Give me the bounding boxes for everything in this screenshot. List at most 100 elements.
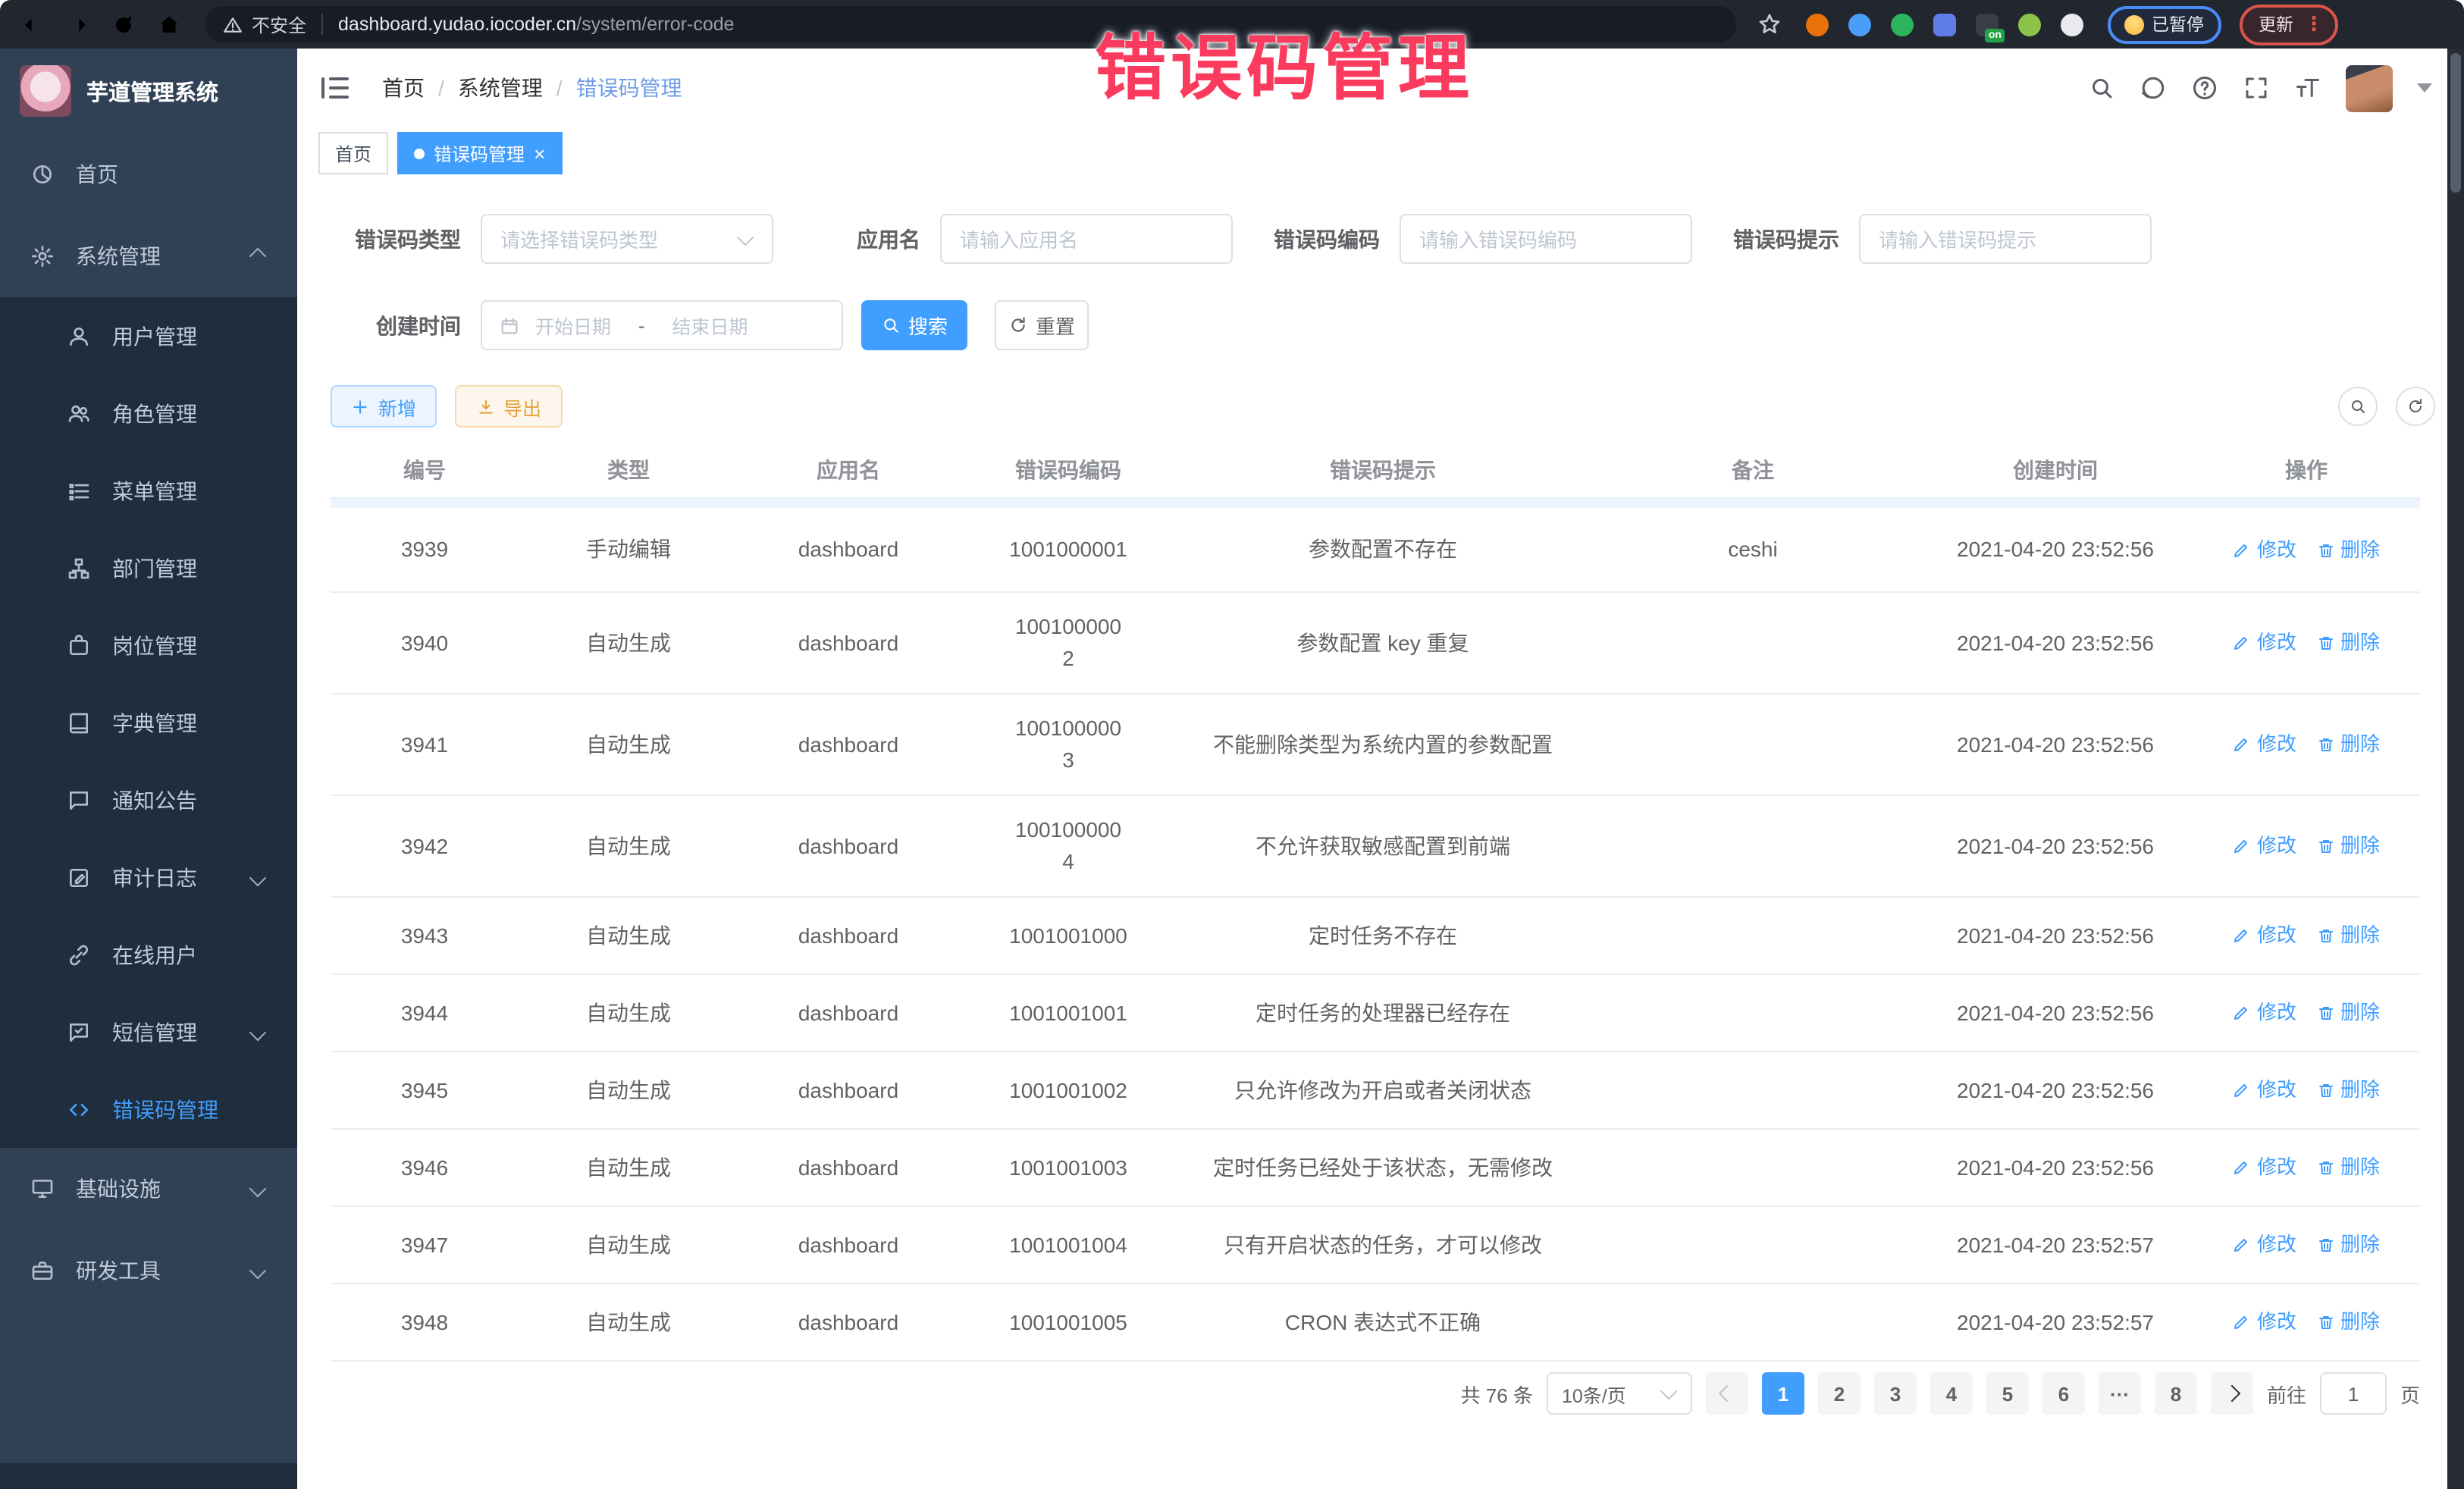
edit-link[interactable]: 修改 — [2233, 629, 2296, 658]
page-number-button[interactable]: 1 — [1762, 1372, 1804, 1415]
edit-link[interactable]: 修改 — [2233, 921, 2296, 951]
filter-input[interactable]: 请输入应用名 — [940, 214, 1233, 264]
sidebar-item[interactable]: 部门管理 — [0, 529, 297, 607]
filter-input[interactable]: 请选择错误码类型 — [481, 214, 773, 264]
sidebar-item[interactable]: 岗位管理 — [0, 607, 297, 684]
page-tab[interactable]: 首页 — [318, 132, 388, 174]
address-bar[interactable]: 不安全 dashboard.yudao.iocoder.cn /system/e… — [205, 6, 1736, 42]
extension-icon[interactable] — [2018, 13, 2041, 36]
sidebar-item[interactable]: 用户管理 — [0, 297, 297, 375]
add-button[interactable]: 新增 — [331, 385, 437, 428]
table-row[interactable]: 3939 手动编辑 dashboard 1001000001 参数配置不存在 c… — [331, 508, 2420, 593]
filter-input[interactable]: 请输入错误码提示 — [1859, 214, 2152, 264]
page-number-button[interactable]: 2 — [1818, 1372, 1861, 1415]
delete-link[interactable]: 删除 — [2316, 1153, 2380, 1183]
delete-link[interactable]: 删除 — [2316, 1076, 2380, 1105]
header-action-icon[interactable] — [2294, 74, 2321, 102]
table-row[interactable]: 3946 自动生成 dashboard 1001001003 定时任务已经处于该… — [331, 1130, 2420, 1207]
delete-link[interactable]: 删除 — [2316, 730, 2380, 760]
next-page-button[interactable] — [2211, 1372, 2253, 1415]
extension-icon[interactable] — [1891, 13, 1914, 36]
page-number-button[interactable]: 4 — [1930, 1372, 1973, 1415]
edit-link[interactable]: 修改 — [2233, 1153, 2296, 1183]
edit-link[interactable]: 修改 — [2233, 730, 2296, 760]
breadcrumb-home[interactable]: 首页 — [382, 73, 425, 103]
page-number-button[interactable]: 8 — [2155, 1372, 2197, 1415]
page-number-button[interactable]: 5 — [1986, 1372, 2029, 1415]
table-row[interactable]: 3945 自动生成 dashboard 1001001002 只允许修改为开启或… — [331, 1052, 2420, 1130]
header-action-icon[interactable] — [2191, 74, 2218, 102]
page-scrollbar[interactable] — [2447, 49, 2464, 1489]
reload-icon[interactable] — [111, 11, 136, 37]
edit-link[interactable]: 修改 — [2233, 1076, 2296, 1105]
table-row[interactable]: 3944 自动生成 dashboard 1001001001 定时任务的处理器已… — [331, 975, 2420, 1052]
security-label[interactable]: 不安全 — [252, 11, 306, 37]
sidebar-item[interactable]: 系统管理 — [0, 215, 297, 297]
tab-close-icon[interactable]: × — [534, 143, 545, 163]
goto-page-input[interactable] — [2320, 1372, 2387, 1415]
edit-link[interactable]: 修改 — [2233, 1308, 2296, 1337]
sidebar-item[interactable]: 通知公告 — [0, 761, 297, 839]
delete-link[interactable]: 删除 — [2316, 832, 2380, 861]
breadcrumb-system[interactable]: 系统管理 — [458, 73, 543, 103]
sidebar-item[interactable]: 角色管理 — [0, 375, 297, 452]
forward-icon[interactable] — [65, 11, 91, 37]
sidebar-item[interactable]: 基础设施 — [0, 1148, 297, 1230]
sidebar-item[interactable]: 研发工具 — [0, 1230, 297, 1312]
browser-home-icon[interactable] — [156, 11, 182, 37]
extension-icon[interactable] — [1933, 13, 1956, 36]
page-number-button[interactable]: 6 — [2042, 1372, 2085, 1415]
bookmark-star-icon[interactable] — [1757, 12, 1782, 36]
header-action-icon[interactable] — [2088, 74, 2115, 102]
sidebar-item[interactable]: 字典管理 — [0, 684, 297, 761]
delete-link[interactable]: 删除 — [2316, 998, 2380, 1028]
extension-icon[interactable] — [1848, 13, 1871, 36]
scrollbar-thumb[interactable] — [2450, 53, 2461, 193]
table-row[interactable]: 3942 自动生成 dashboard 100100000 4 不允许获取敏感配… — [331, 796, 2420, 898]
table-row[interactable]: 3943 自动生成 dashboard 1001001000 定时任务不存在 2… — [331, 898, 2420, 975]
avatar-caret-down-icon[interactable] — [2417, 83, 2432, 92]
sidebar-item[interactable]: 首页 — [0, 133, 297, 215]
sidebar-item[interactable]: 审计日志 — [0, 839, 297, 916]
edit-link[interactable]: 修改 — [2233, 832, 2296, 861]
delete-link[interactable]: 删除 — [2316, 629, 2380, 658]
toggle-search-button[interactable] — [2338, 387, 2378, 426]
sidebar-item[interactable]: 错误码管理 — [0, 1071, 297, 1148]
sidebar-item[interactable]: 菜单管理 — [0, 452, 297, 529]
extension-icon[interactable] — [1806, 13, 1829, 36]
page-number-button[interactable]: ··· — [2099, 1372, 2141, 1415]
edit-link[interactable]: 修改 — [2233, 535, 2296, 565]
page-size-select[interactable]: 10条/页 — [1547, 1372, 1692, 1415]
user-avatar[interactable] — [2346, 64, 2393, 111]
profile-paused-pill[interactable]: 已暂停 — [2108, 5, 2221, 43]
reset-button[interactable]: 重置 — [995, 300, 1089, 350]
delete-link[interactable]: 删除 — [2316, 921, 2380, 951]
export-button[interactable]: 导出 — [455, 385, 563, 428]
sidebar-item[interactable]: 短信管理 — [0, 993, 297, 1071]
browser-update-button[interactable]: 更新 ⋮ — [2239, 4, 2337, 45]
sidebar-toggle-icon[interactable] — [321, 77, 349, 99]
app-logo[interactable]: 芋道管理系统 — [0, 49, 297, 133]
table-row[interactable]: 3947 自动生成 dashboard 1001001004 只有开启状态的任务… — [331, 1207, 2420, 1284]
extension-icon[interactable] — [2061, 13, 2083, 36]
extension-icon[interactable]: on — [1976, 13, 1998, 36]
delete-link[interactable]: 删除 — [2316, 1308, 2380, 1337]
edit-link[interactable]: 修改 — [2233, 1230, 2296, 1260]
back-icon[interactable] — [20, 11, 45, 37]
refresh-table-button[interactable] — [2396, 387, 2435, 426]
delete-link[interactable]: 删除 — [2316, 535, 2380, 565]
date-range-picker[interactable]: 开始日期 - 结束日期 — [481, 300, 843, 350]
page-number-button[interactable]: 3 — [1874, 1372, 1917, 1415]
header-action-icon[interactable] — [2243, 74, 2270, 102]
page-tab[interactable]: 错误码管理 × — [397, 132, 562, 174]
table-row[interactable]: 3948 自动生成 dashboard 1001001005 CRON 表达式不… — [331, 1284, 2420, 1362]
table-row[interactable]: 3940 自动生成 dashboard 100100000 2 参数配置 key… — [331, 593, 2420, 694]
browser-menu-dots-icon[interactable]: ⋮ — [2304, 12, 2324, 36]
prev-page-button[interactable] — [1706, 1372, 1748, 1415]
sidebar-item[interactable]: 在线用户 — [0, 916, 297, 993]
delete-link[interactable]: 删除 — [2316, 1230, 2380, 1260]
search-button[interactable]: 搜索 — [861, 300, 967, 350]
header-action-icon[interactable] — [2140, 74, 2167, 102]
filter-input[interactable]: 请输入错误码编码 — [1400, 214, 1692, 264]
table-row[interactable]: 3941 自动生成 dashboard 100100000 3 不能删除类型为系… — [331, 694, 2420, 796]
